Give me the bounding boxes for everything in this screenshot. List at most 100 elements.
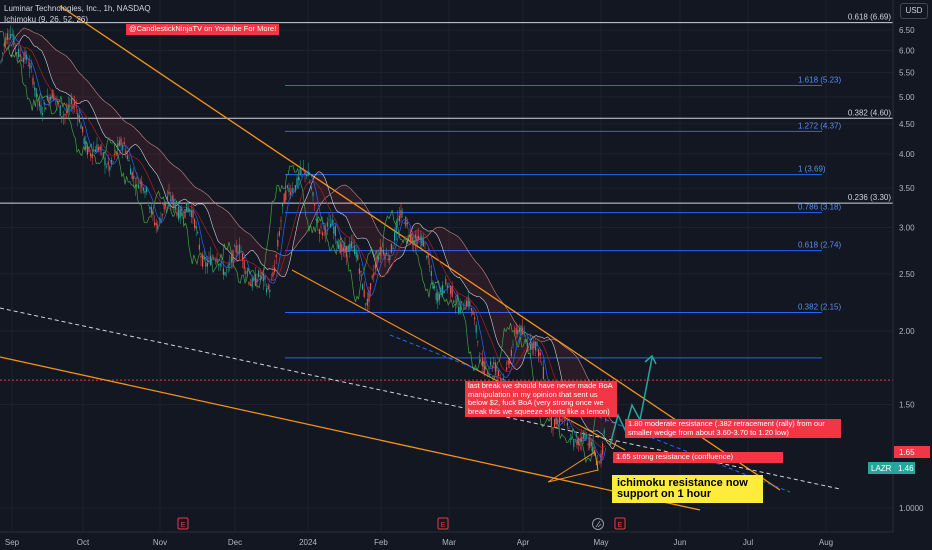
candle-body	[10, 34, 12, 39]
candle-body	[386, 252, 388, 255]
candle-body	[96, 144, 98, 153]
candle-body	[322, 232, 324, 236]
candle-body	[80, 124, 82, 129]
candle-body	[179, 208, 181, 218]
candle-body	[448, 283, 450, 285]
candle-body	[123, 141, 125, 145]
candle-body	[286, 185, 288, 188]
price-chart[interactable]: 0.618 (6.69) 0.382 (4.60) 0.236 (3.30) 1.61…	[0, 0, 932, 550]
candle-body	[312, 192, 314, 196]
candle-body	[147, 202, 149, 204]
candle-body	[339, 242, 341, 253]
candle-body	[138, 184, 140, 189]
resistance-165-note: 1.65 strong resistance (confluence)	[613, 452, 783, 463]
currency-button[interactable]: USD	[900, 3, 928, 19]
candle-body	[334, 226, 336, 236]
candle-body	[261, 272, 263, 274]
candle-body	[390, 243, 392, 253]
candle-body	[362, 284, 364, 290]
candle-body	[573, 438, 575, 447]
candle-body	[462, 309, 464, 311]
fib-level-label: 1 (3.69)	[798, 165, 826, 174]
candle-body	[214, 259, 216, 261]
candle-body	[283, 193, 285, 204]
candle-body	[78, 115, 80, 123]
time-tick-label: Feb	[374, 538, 388, 547]
price-tick-label: 2.00	[899, 327, 915, 336]
time-axis[interactable]: Sep Oct Nov Dec 2024 Feb Mar Apr May Jun Jul Aug	[0, 531, 893, 547]
candle-body	[354, 245, 356, 254]
candle-body	[5, 37, 7, 45]
candle-body	[37, 99, 39, 102]
candle-body	[424, 242, 426, 244]
candle-body	[83, 137, 85, 144]
candle-body	[509, 360, 511, 364]
candle-body	[355, 251, 357, 258]
candle-body	[374, 263, 376, 269]
candle-body	[338, 244, 340, 249]
candle-body	[285, 190, 287, 201]
candle-body	[272, 272, 274, 277]
fib-level-label: 0.382 (2.15)	[798, 303, 841, 312]
candle-body	[514, 330, 516, 331]
price-tick-label: 3.50	[899, 184, 915, 193]
candle-body	[363, 289, 365, 297]
time-tick-label: Oct	[77, 538, 90, 547]
price-tick-label: 5.50	[899, 69, 915, 78]
price-tick-label: 6.50	[899, 26, 915, 35]
candle-body	[288, 187, 290, 193]
candle-body	[336, 240, 338, 243]
candle-body	[350, 241, 352, 249]
fib-level-label: 0.618 (2.74)	[798, 241, 841, 250]
candle-body	[216, 259, 218, 263]
candle-body	[195, 226, 197, 230]
fib-level-label: 0.786 (3.18)	[798, 203, 841, 212]
candle-body	[342, 247, 344, 252]
candle-body	[376, 256, 378, 265]
candle-body	[333, 226, 335, 234]
candle-body	[470, 308, 472, 311]
candle-body	[62, 115, 64, 117]
candle-body	[435, 293, 437, 301]
price-tick-label: 2.50	[899, 270, 915, 279]
candle-body	[30, 66, 32, 68]
time-tick-label: Apr	[517, 538, 530, 547]
candle-body	[222, 268, 224, 275]
candle-body	[98, 147, 100, 151]
candle-body	[157, 224, 159, 230]
candle-body	[150, 206, 152, 214]
candle-body	[442, 285, 444, 295]
candle-body	[170, 199, 172, 201]
candle-body	[512, 344, 514, 346]
candle-body	[101, 146, 103, 148]
candle-body	[587, 443, 589, 446]
candle-body	[266, 288, 268, 293]
indicator-legend[interactable]: Ichimoku (9, 26, 52, 26)	[4, 15, 88, 24]
candle-body	[419, 237, 421, 240]
candle-body	[554, 419, 556, 428]
price-tick-label: 4.50	[899, 120, 915, 129]
candle-body	[176, 211, 178, 216]
candle-body	[314, 202, 316, 206]
candle-body	[77, 113, 79, 118]
white-level-label: 0.618 (6.69)	[848, 13, 891, 22]
senkou-span-b	[11, 27, 617, 423]
candle-body	[320, 226, 322, 228]
resistance-price-tag-text: 1.65	[899, 448, 915, 457]
time-tick-label: Jul	[743, 538, 753, 547]
candle-body	[264, 276, 266, 280]
candle-body	[590, 441, 592, 446]
candle-body	[429, 266, 431, 268]
candle-body	[118, 140, 120, 146]
candle-body	[445, 278, 447, 285]
ichimoku-note: ichimoku resistance now support on 1 hou…	[612, 475, 763, 503]
candle-body	[552, 427, 554, 430]
candle-body	[267, 285, 269, 290]
candle-body	[274, 267, 276, 273]
candle-body	[438, 293, 440, 300]
candle-body	[395, 223, 397, 234]
candle-body	[187, 207, 189, 212]
candle-body	[296, 178, 298, 187]
last-price-tag-text: 1.46	[898, 464, 914, 473]
time-tick-label: May	[593, 538, 608, 547]
